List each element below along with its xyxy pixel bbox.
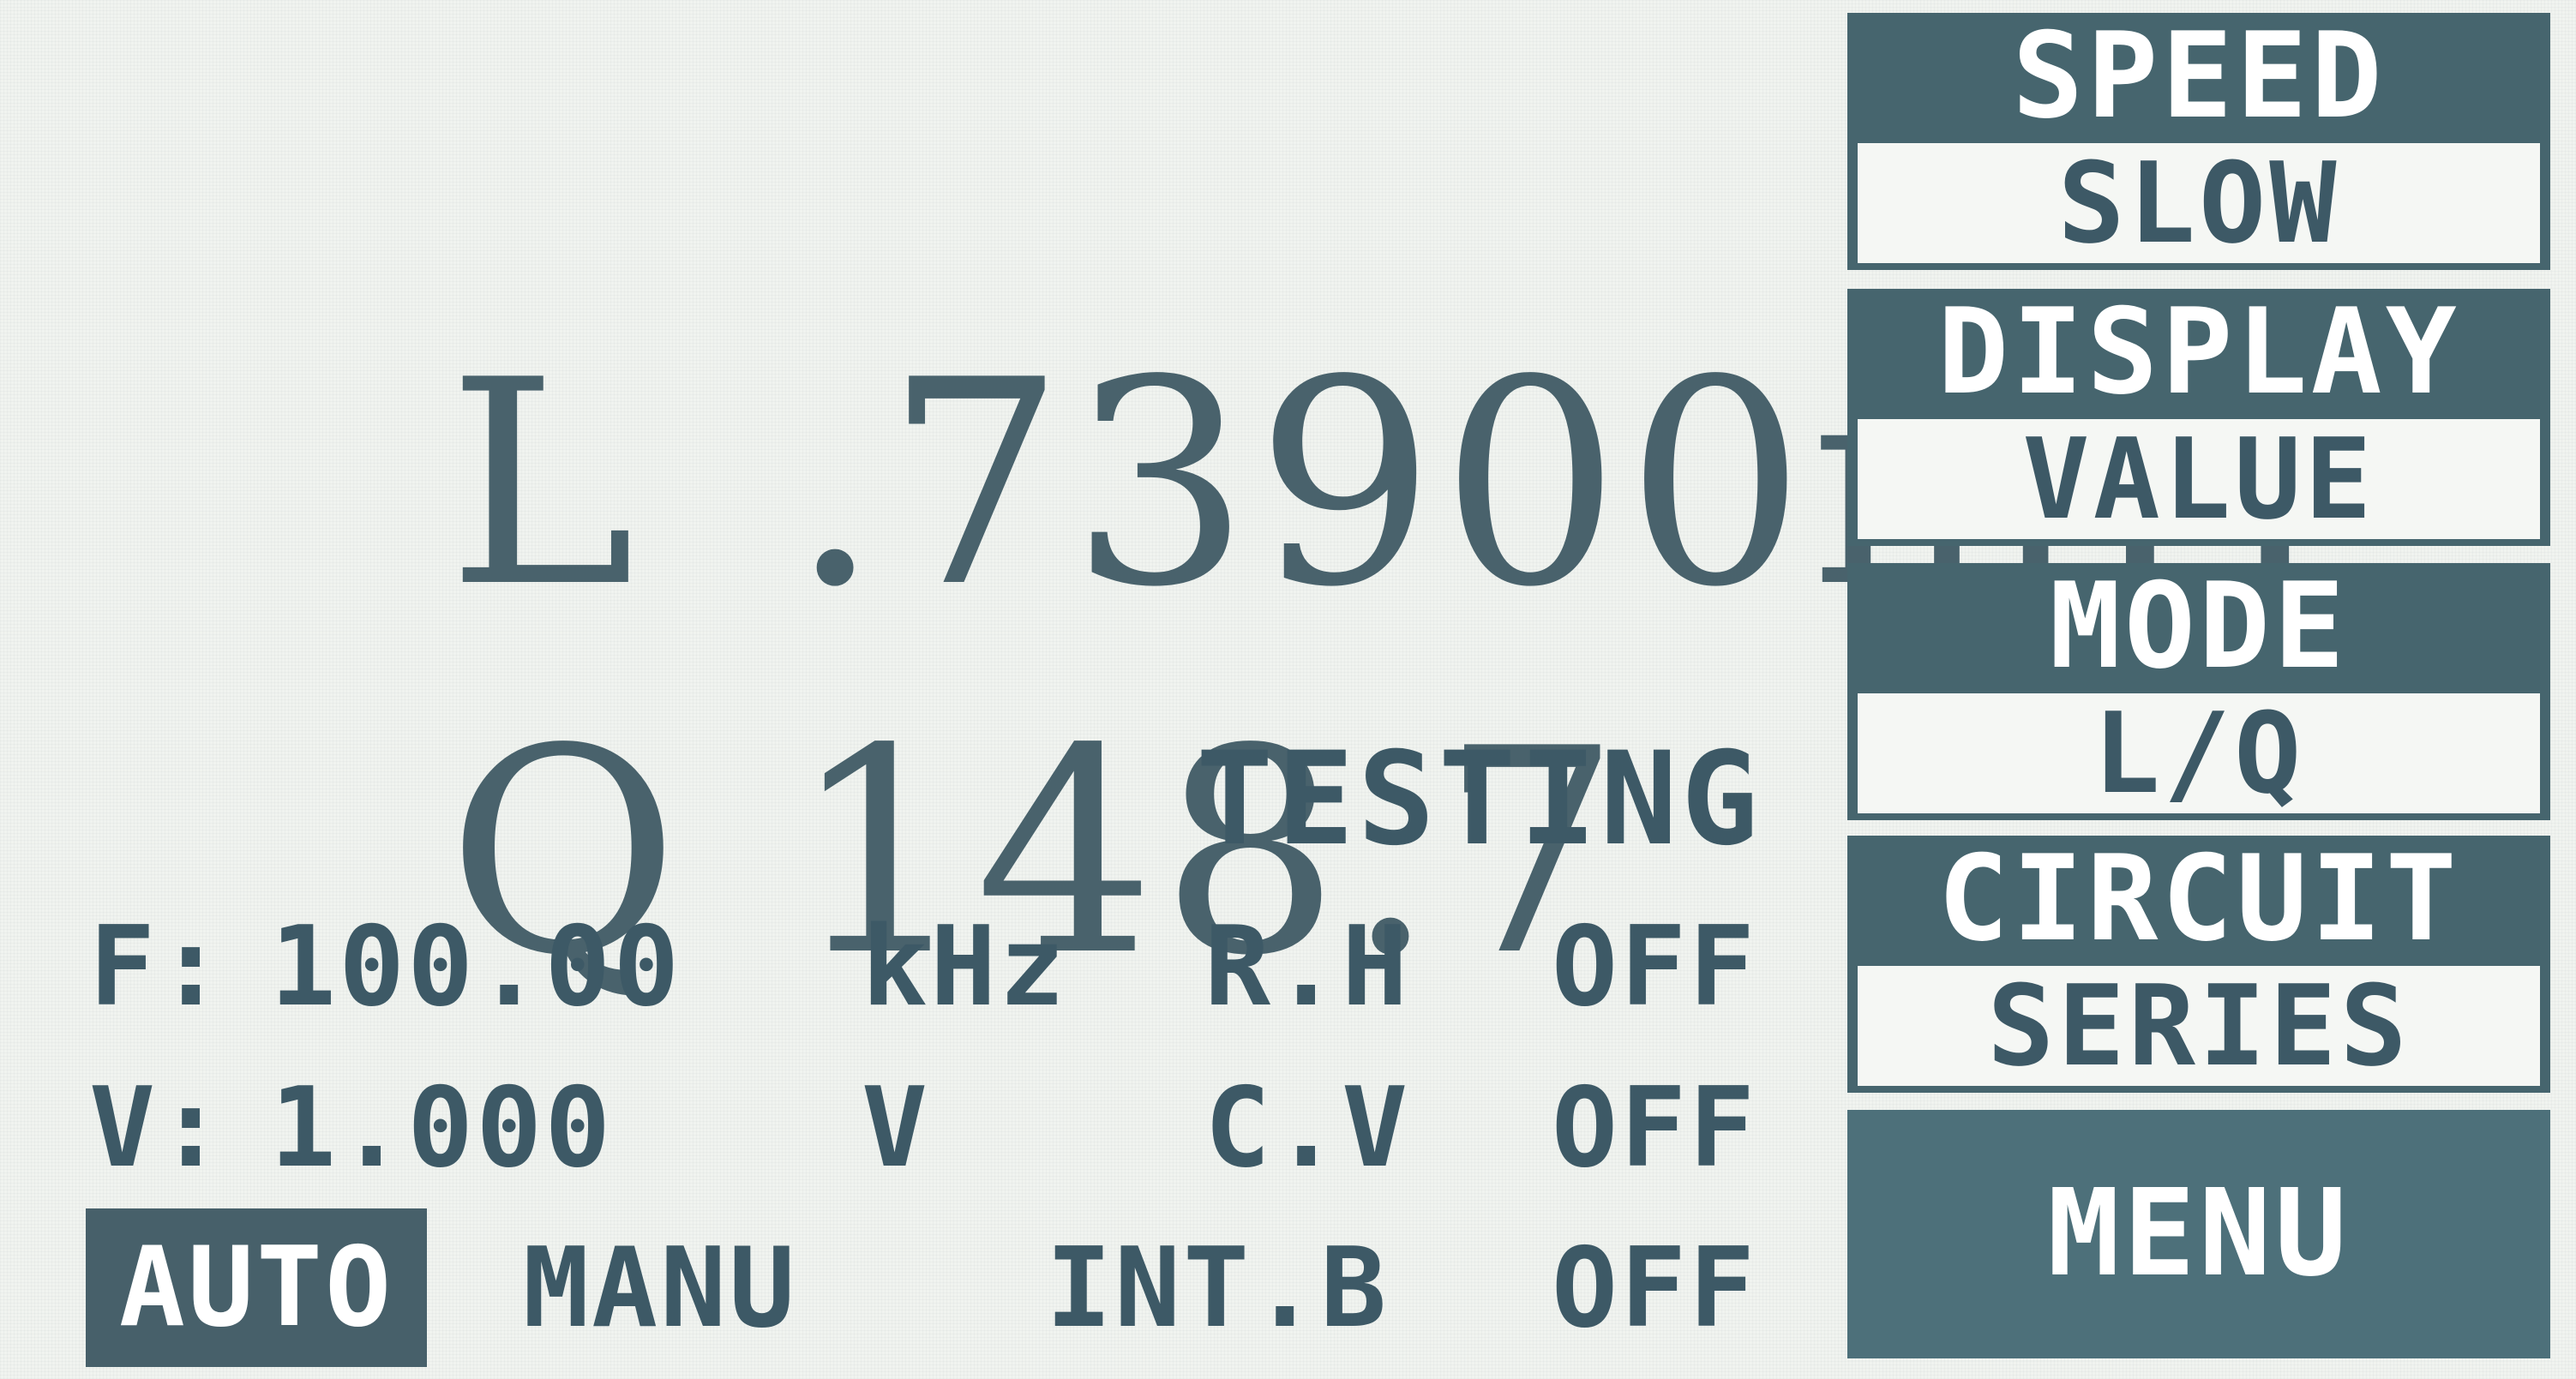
rh-value[interactable]: OFF (1552, 913, 1757, 1022)
lcr-meter-screen: L.73900mH Q148.7 TESTING F: 100.00 kHz R… (0, 0, 2576, 1379)
range-manu-button[interactable]: MANU (523, 1234, 797, 1344)
mode-softkey[interactable]: MODE L/Q (1847, 563, 2550, 820)
voltage-unit: V (862, 1064, 931, 1192)
speed-softkey-title: SPEED (2012, 7, 2386, 145)
intb-value[interactable]: OFF (1552, 1234, 1757, 1344)
display-softkey[interactable]: DISPLAY VALUE (1847, 289, 2550, 546)
voltage-label: V: (89, 1064, 227, 1192)
speed-softkey[interactable]: SPEED SLOW (1847, 13, 2550, 270)
circuit-softkey-value: SERIES (1854, 962, 2543, 1089)
speed-softkey-value: SLOW (1854, 140, 2543, 267)
mode-softkey-title: MODE (2049, 557, 2349, 695)
cv-value[interactable]: OFF (1552, 1074, 1757, 1184)
test-status: TESTING (1196, 725, 1762, 874)
mode-softkey-value: L/Q (1854, 690, 2543, 817)
rh-label: R.H (1204, 903, 1411, 1031)
frequency-value[interactable]: 100.00 (270, 913, 682, 1022)
frequency-label: F: (89, 903, 227, 1031)
display-softkey-value: VALUE (1854, 416, 2543, 543)
circuit-softkey-title: CIRCUIT (1937, 830, 2460, 968)
voltage-value[interactable]: 1.000 (270, 1074, 613, 1184)
frequency-unit: kHz (862, 903, 1068, 1031)
range-auto-button[interactable]: AUTO (86, 1208, 427, 1367)
menu-softkey[interactable]: MENU (1847, 1110, 2550, 1358)
circuit-softkey[interactable]: CIRCUIT SERIES (1847, 836, 2550, 1093)
display-softkey-title: DISPLAY (1937, 283, 2460, 421)
intb-label: INT.B (1046, 1225, 1390, 1352)
cv-label: C.V (1204, 1064, 1411, 1192)
